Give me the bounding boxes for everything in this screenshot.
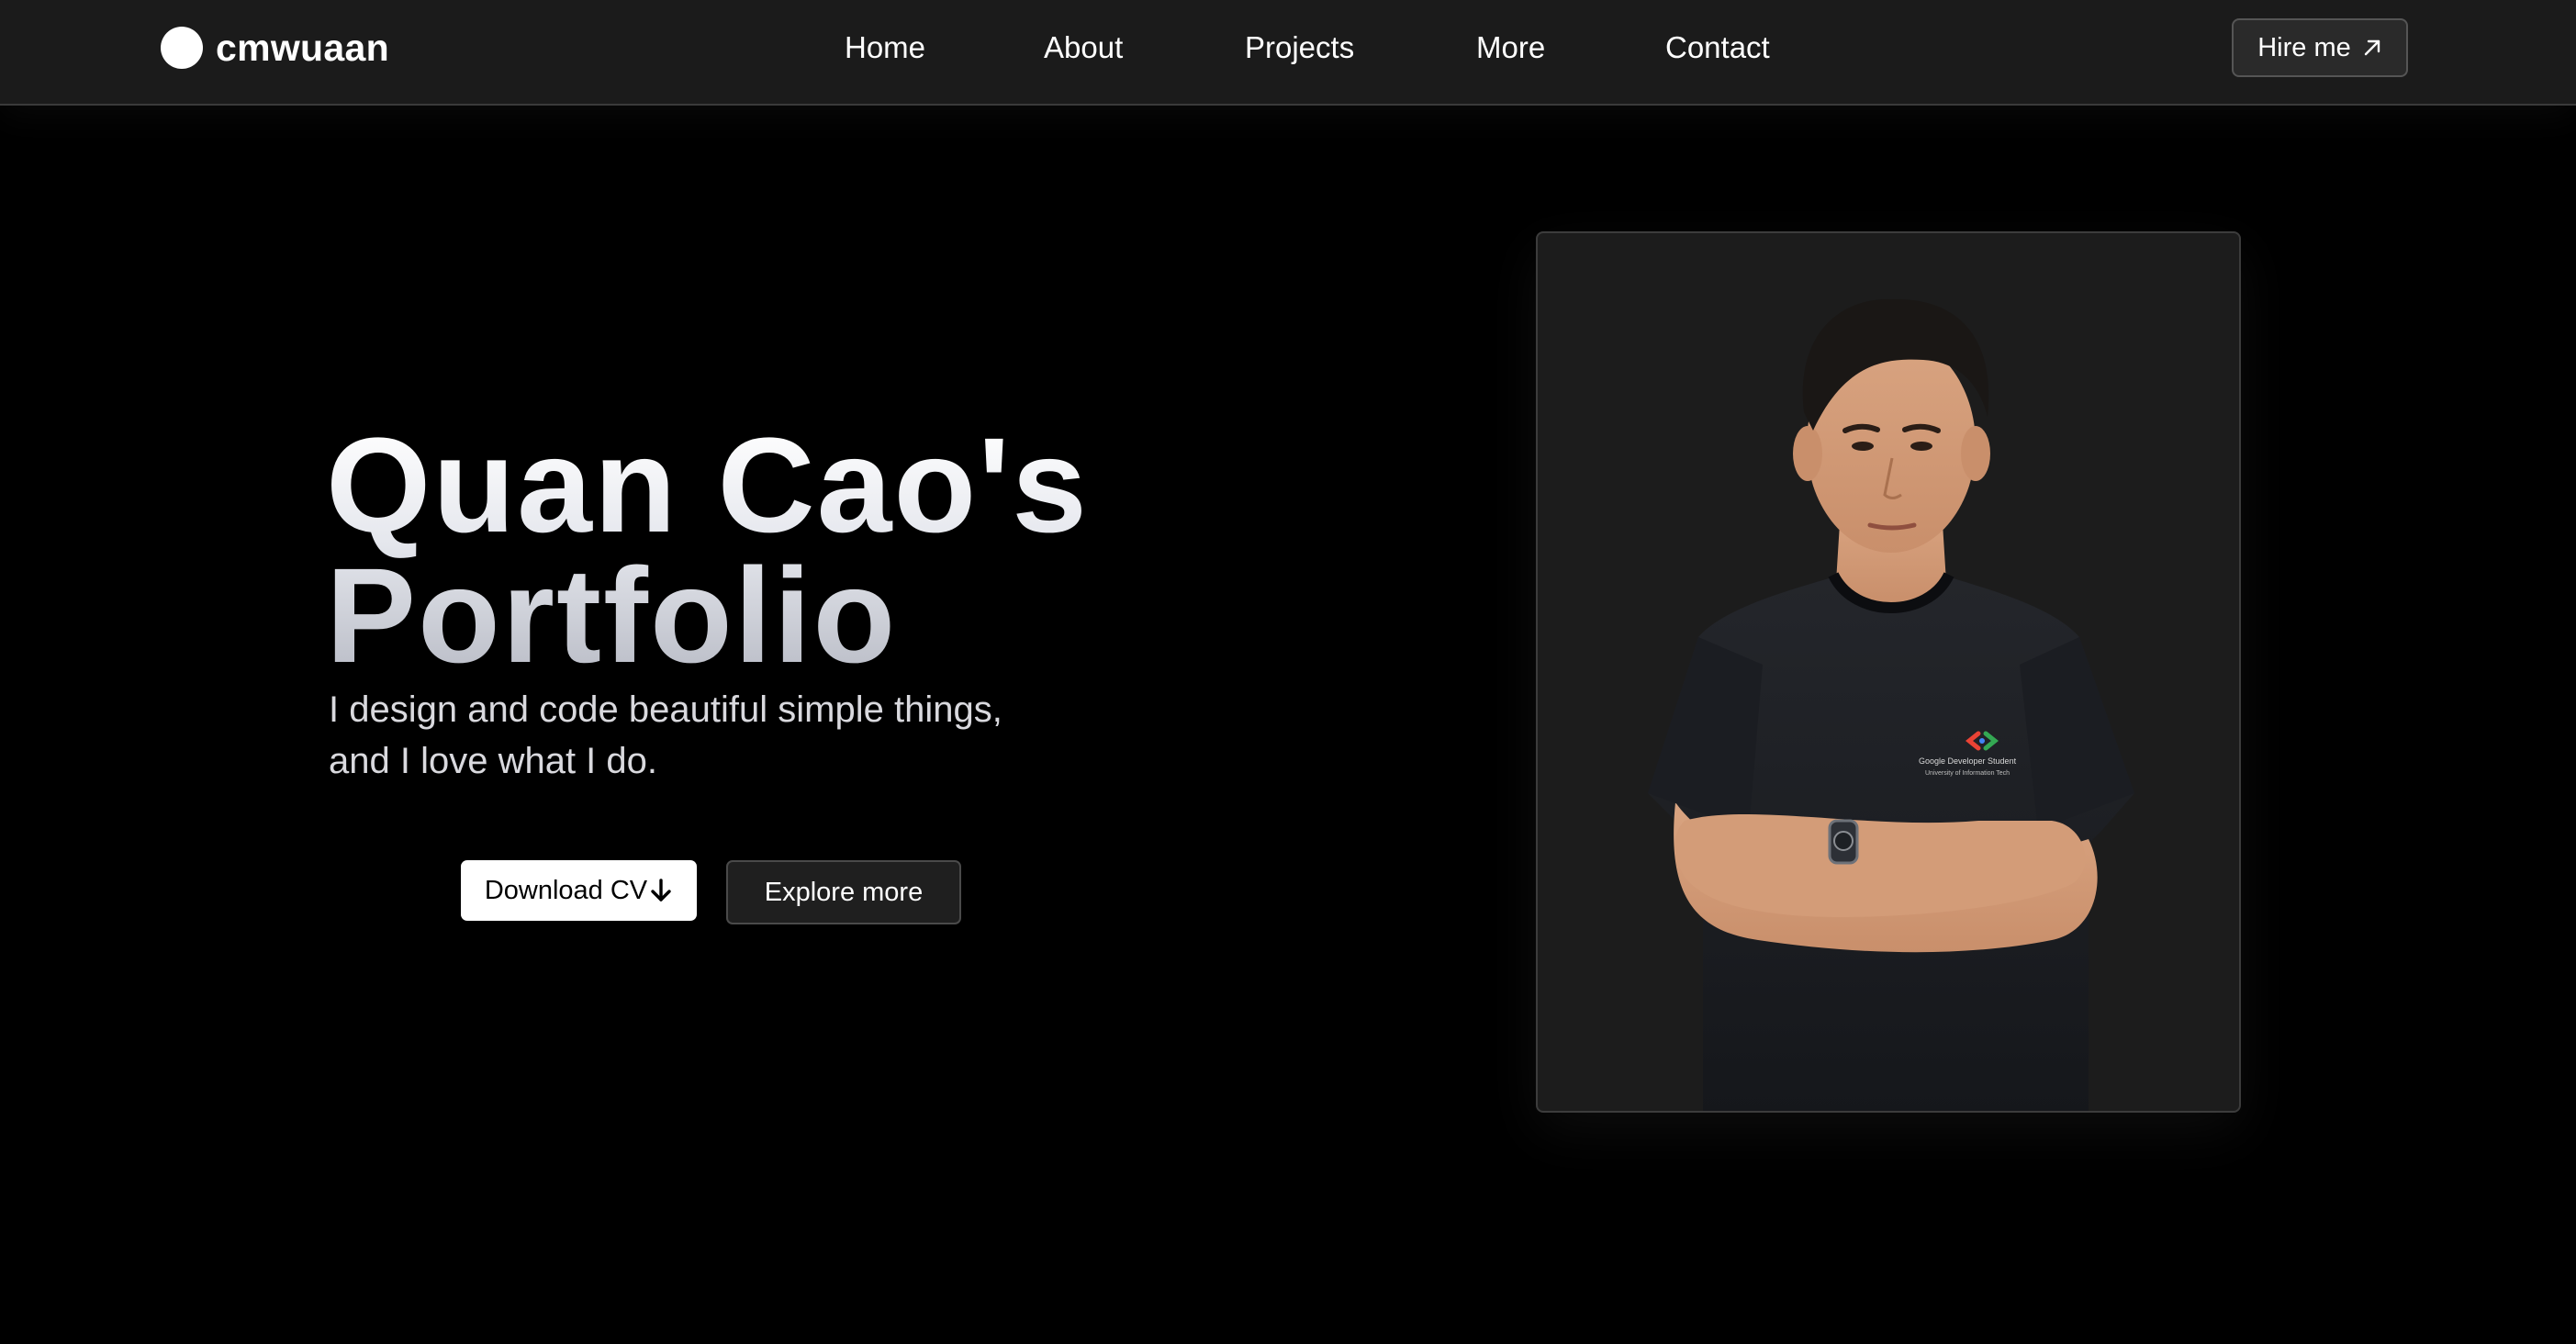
explore-more-button[interactable]: Explore more (726, 860, 961, 924)
nav-link-about[interactable]: About (1044, 26, 1123, 70)
hire-me-label: Hire me (2257, 32, 2351, 62)
hero-title: Quan Cao's Portfolio (326, 420, 1244, 681)
nav-link-projects[interactable]: Projects (1245, 26, 1354, 70)
hero-subtitle: I design and code beautiful simple thing… (329, 684, 1155, 787)
nav-link-home[interactable]: Home (845, 26, 925, 70)
nav-link-more[interactable]: More (1476, 26, 1545, 70)
arrow-down-icon (651, 879, 671, 902)
hero-title-line2: Portfolio (326, 541, 898, 691)
arrow-up-right-icon (2364, 39, 2380, 56)
download-cv-button[interactable]: Download CV (461, 860, 697, 921)
portrait-photo: Google Developer Student University of I… (1648, 298, 2134, 1111)
nav-link-contact[interactable]: Contact (1665, 26, 1770, 70)
hire-me-button[interactable]: Hire me (2232, 18, 2408, 77)
download-cv-label: Download CV (484, 875, 648, 905)
brand-dot-icon (161, 27, 203, 69)
shirt-text-line1: Google Developer Student (1919, 756, 2017, 766)
explore-more-label: Explore more (764, 877, 924, 907)
portrait-card: Google Developer Student University of I… (1536, 231, 2241, 1113)
brand-name: cmwuaan (216, 26, 389, 69)
hero-subtitle-line1: I design and code beautiful simple thing… (329, 689, 1002, 730)
hero-title-line1: Quan Cao's (326, 410, 1089, 561)
top-navbar: cmwuaan Home About Projects More Contact… (0, 0, 2576, 106)
hero-subtitle-line2: and I love what I do. (329, 741, 658, 781)
brand-logo[interactable]: cmwuaan (161, 26, 389, 70)
shirt-text-line2: University of Information Tech (1925, 770, 2010, 777)
